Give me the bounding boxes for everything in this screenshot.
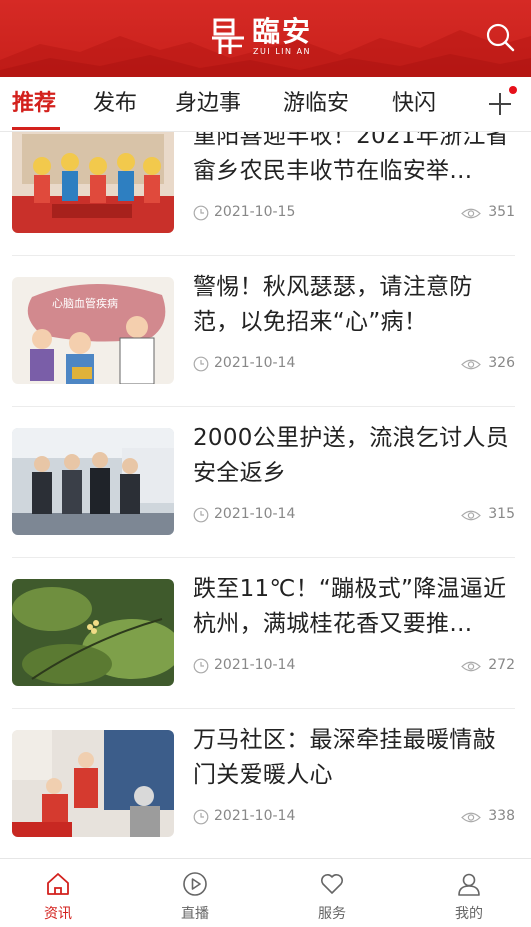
article-date: 2021-10-14: [214, 657, 296, 673]
nav-live-label: 直播: [181, 906, 209, 922]
tab-publish[interactable]: 发布: [93, 89, 137, 119]
add-channel-icon[interactable]: [487, 91, 513, 117]
article-views: 338: [488, 808, 515, 824]
thumb-heart-caption: 心脑血管疾病: [52, 296, 118, 310]
article-title[interactable]: 跌至11℃！“蹦极式”降温逼近杭州，满城桂花香又要推…: [193, 572, 515, 644]
article-date: 2021-10-14: [214, 355, 296, 371]
eye-icon: [461, 661, 481, 672]
article-views: 315: [488, 506, 515, 522]
article-date: 2021-10-14: [214, 506, 296, 522]
logo-chinese-text: 臨安: [252, 15, 313, 48]
play-icon: [183, 872, 207, 896]
article-thumbnail: [12, 579, 174, 686]
eye-icon: [461, 359, 481, 370]
article-title[interactable]: 警惕！秋风瑟瑟，请注意防范，以免招来“心”病！: [193, 270, 515, 342]
article-thumbnail: [12, 428, 174, 535]
article-title[interactable]: 万马社区：最深牵挂最暖情敲门关爱暖人心: [193, 723, 515, 795]
article-thumbnail: [12, 730, 174, 837]
article-views: 326: [488, 355, 515, 371]
article-date: 2021-10-15: [214, 204, 296, 220]
article-meta: 2021-10-14 272: [193, 656, 515, 676]
clock-icon: [193, 809, 209, 825]
article-thumbnail: [12, 132, 174, 233]
nav-service-label: 服务: [318, 906, 346, 922]
article-views: 351: [488, 204, 515, 220]
article-item[interactable]: 重阳喜迎丰收！2021年浙江省畲乡农民丰收节在临安举… 2021-10-15 3…: [12, 132, 515, 256]
clock-icon: [193, 356, 209, 372]
article-views: 272: [488, 657, 515, 673]
nav-live[interactable]: 直播: [165, 871, 225, 923]
nav-mine[interactable]: 我的: [439, 871, 499, 923]
article-date: 2021-10-14: [214, 808, 296, 824]
bottom-navigation: 资讯 直播 服务 我的: [0, 858, 531, 927]
eye-icon: [461, 208, 481, 219]
article-item[interactable]: 2000公里护送，流浪乞讨人员安全返乡 2021-10-14 315: [12, 407, 515, 558]
article-thumbnail: 心脑血管疾病: [12, 277, 174, 384]
nav-news-label: 资讯: [44, 906, 72, 922]
tab-recommend[interactable]: 推荐: [12, 89, 56, 119]
article-item[interactable]: 心脑血管疾病 警惕！秋风瑟瑟，请注意防范，以免招来“心”病！ 2021-10-1…: [12, 256, 515, 407]
app-header: 臨安 ZUI LIN AN: [0, 0, 531, 77]
article-meta: 2021-10-15 351: [193, 203, 515, 223]
heart-icon: [321, 874, 343, 894]
nav-news[interactable]: 资讯: [28, 871, 88, 923]
clock-icon: [193, 205, 209, 221]
article-title[interactable]: 2000公里护送，流浪乞讨人员安全返乡: [193, 421, 515, 493]
notification-dot: [509, 86, 517, 94]
app-logo: 臨安 ZUI LIN AN: [208, 16, 312, 60]
home-icon: [47, 873, 69, 895]
logo-english-text: ZUI LIN AN: [252, 47, 312, 56]
article-list: 重阳喜迎丰收！2021年浙江省畲乡农民丰收节在临安举… 2021-10-15 3…: [0, 132, 531, 858]
channel-tabs: 推荐 发布 身边事 游临安 快闪: [0, 77, 531, 132]
nav-service[interactable]: 服务: [302, 871, 362, 923]
active-tab-indicator: [12, 127, 60, 130]
tab-travel-linan[interactable]: 游临安: [283, 89, 349, 119]
article-item[interactable]: 万马社区：最深牵挂最暖情敲门关爱暖人心 2021-10-14 338: [12, 709, 515, 858]
eye-icon: [461, 812, 481, 823]
user-icon: [458, 873, 480, 896]
article-meta: 2021-10-14 338: [193, 807, 515, 827]
clock-icon: [193, 658, 209, 674]
article-meta: 2021-10-14 315: [193, 505, 515, 525]
search-icon[interactable]: [485, 22, 515, 52]
clock-icon: [193, 507, 209, 523]
logo-mark-icon: [212, 18, 244, 54]
tab-nearby[interactable]: 身边事: [175, 89, 241, 119]
eye-icon: [461, 510, 481, 521]
nav-mine-label: 我的: [455, 906, 483, 922]
article-title[interactable]: 重阳喜迎丰收！2021年浙江省畲乡农民丰收节在临安举…: [193, 132, 515, 191]
article-meta: 2021-10-14 326: [193, 354, 515, 374]
tab-flash[interactable]: 快闪: [392, 89, 436, 119]
article-item[interactable]: 跌至11℃！“蹦极式”降温逼近杭州，满城桂花香又要推… 2021-10-14 2…: [12, 558, 515, 709]
